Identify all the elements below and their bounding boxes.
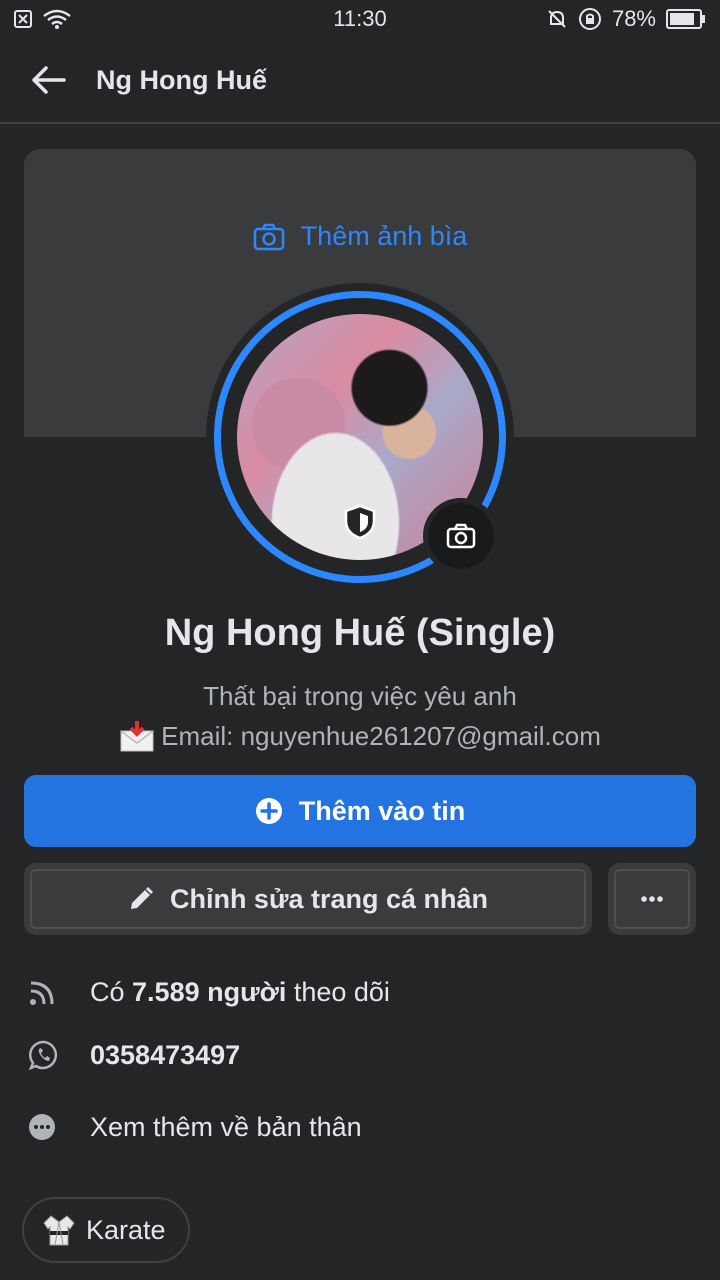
status-left <box>14 8 72 30</box>
followers-count: 7.589 người <box>132 976 287 1007</box>
more-circle-icon <box>29 1114 55 1140</box>
bio-line: Thất bại trong việc yêu anh <box>203 681 517 711</box>
add-cover-photo-button[interactable]: Thêm ảnh bìa <box>24 221 696 252</box>
phone-row[interactable]: 0358473497 <box>24 1025 696 1085</box>
more-options-button[interactable] <box>608 863 696 935</box>
followers-suffix: theo dõi <box>286 976 390 1007</box>
notification-x-icon <box>14 10 32 28</box>
rss-feed-icon <box>30 981 54 1005</box>
add-cover-photo-label: Thêm ảnh bìa <box>300 221 468 251</box>
edit-profile-button[interactable]: Chỉnh sửa trang cá nhân <box>24 863 592 935</box>
interest-chip-karate[interactable]: Karate <box>22 1197 190 1263</box>
back-button[interactable] <box>0 37 96 123</box>
status-right: 78% <box>546 6 706 32</box>
more-dots-icon <box>641 896 663 902</box>
bio-email-text: Email: nguyenhue261207@gmail.com <box>161 721 601 751</box>
see-more-about-label: Xem thêm về bản thân <box>90 1111 362 1142</box>
add-to-story-button[interactable]: Thêm vào tin <box>24 775 696 847</box>
app-bar: Ng Hong Huế <box>0 38 720 124</box>
wifi-icon <box>43 9 71 29</box>
page-title: Ng Hong Huế <box>96 64 267 95</box>
battery-icon <box>666 9 705 29</box>
whatsapp-icon <box>28 1040 58 1071</box>
followers-prefix: Có <box>90 976 133 1007</box>
profile-name: Ng Hong Huế (Single) <box>164 612 556 654</box>
bell-muted-icon <box>548 10 566 28</box>
profile-picture-frame <box>206 283 514 591</box>
arrow-left-icon <box>32 66 66 94</box>
camera-icon <box>253 223 284 250</box>
followers-row: Có 7.589 người theo dõi <box>24 962 696 1022</box>
interest-label: Karate <box>86 1214 166 1245</box>
edit-profile-label: Chỉnh sửa trang cá nhân <box>169 883 489 914</box>
incoming-envelope-icon <box>120 721 154 752</box>
followers-text: Có 7.589 người theo dõi <box>90 977 390 1008</box>
profile-guard-shield-icon <box>344 504 376 540</box>
status-bar: 11:30 78% <box>0 0 720 38</box>
pencil-icon <box>130 887 153 909</box>
battery-percent: 78% <box>611 6 656 31</box>
bio-email-line: Email: nguyenhue261207@gmail.com <box>119 716 601 756</box>
rotation-lock-icon <box>578 8 601 30</box>
karate-uniform-icon <box>43 1215 75 1246</box>
camera-icon <box>446 523 476 549</box>
change-profile-picture-button[interactable] <box>423 498 499 574</box>
phone-number: 0358473497 <box>90 1039 241 1070</box>
add-to-story-label: Thêm vào tin <box>298 795 466 826</box>
see-more-about-row[interactable]: Xem thêm về bản thân <box>24 1097 696 1157</box>
plus-circle-icon <box>255 798 282 824</box>
profile-bio: Thất bại trong việc yêu anh Email: nguye… <box>0 676 720 764</box>
